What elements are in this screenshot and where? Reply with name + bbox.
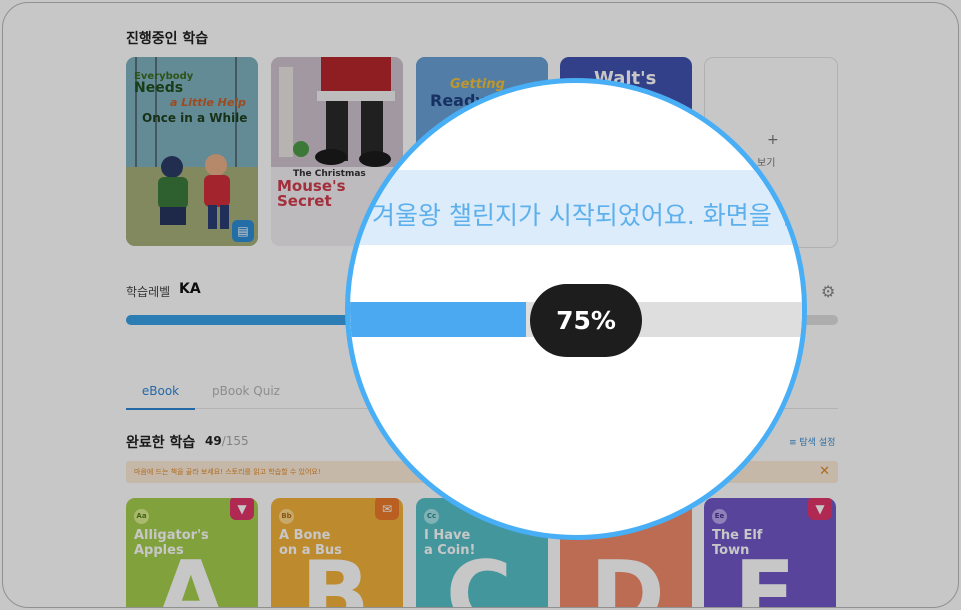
magnifier-lens: 겨울왕 챌린지가 시작되었어요. 화면을 변 75%	[345, 78, 807, 540]
challenge-banner-text: 겨울왕 챌린지가 시작되었어요. 화면을 변	[372, 201, 803, 230]
challenge-banner: 겨울왕 챌린지가 시작되었어요. 화면을 변	[350, 170, 803, 245]
progress-percent-badge: 75%	[530, 284, 642, 357]
magnified-progress-fill	[350, 302, 526, 337]
